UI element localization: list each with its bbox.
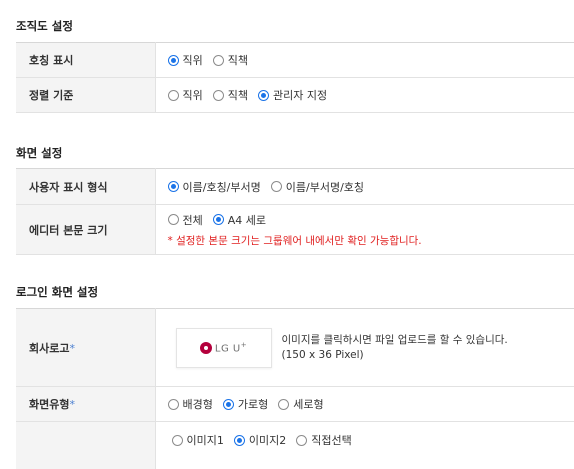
company-logo-row: 회사로고* LG U+ 이미지를 클릭하시면 파일 업로드를 할 수 있습니다.… xyxy=(16,308,574,387)
company-logo-cell: LG U+ 이미지를 클릭하시면 파일 업로드를 할 수 있습니다. (150 … xyxy=(155,308,574,387)
company-logo-label: 회사로고* xyxy=(16,308,156,387)
radio-unchecked-icon[interactable] xyxy=(212,54,224,66)
sort-criteria-radio-group: 직위 직책 관리자 지정 xyxy=(167,87,574,103)
screen-type-radio-group: 배경형 가로형 세로형 xyxy=(167,396,574,412)
screen-type-label-text: 화면유형 xyxy=(29,398,70,411)
title-display-options: 직위 직책 xyxy=(155,42,574,78)
user-display-radio-group: 이름/호칭/부서명 이름/부서명/호칭 xyxy=(167,179,574,195)
title-display-label: 호칭 표시 xyxy=(16,42,156,78)
radio-unchecked-icon[interactable] xyxy=(171,434,183,446)
logo-desc-line1: 이미지를 클릭하시면 파일 업로드를 할 수 있습니다. xyxy=(281,333,508,346)
editor-size-row: 에디터 본문 크기 전체 A4 세로 * 설정한 본문 크기는 그룹웨어 내에서만… xyxy=(16,204,574,255)
radio-unchecked-icon[interactable] xyxy=(278,398,290,410)
radio-checked-icon[interactable] xyxy=(233,434,245,446)
radio-option-label: 세로형 xyxy=(293,398,324,411)
radio-unchecked-icon[interactable] xyxy=(167,214,179,225)
screen-settings-table: 사용자 표시 형식 이름/호칭/부서명 이름/부서명/호칭 에디터 본문 크기 전… xyxy=(16,168,574,255)
image-select-label xyxy=(16,421,156,469)
radio-option-label: 직책 xyxy=(227,89,248,102)
radio-checked-icon[interactable] xyxy=(222,398,234,410)
screen-type-options: 배경형 가로형 세로형 xyxy=(155,386,574,422)
org-section-title: 조직도 설정 xyxy=(16,19,73,33)
image-select-radio-group: 이미지1 이미지2 직접선택 xyxy=(171,432,574,448)
radio-option[interactable]: 직책 xyxy=(212,52,248,68)
company-logo-wrap: LG U+ 이미지를 클릭하시면 파일 업로드를 할 수 있습니다. (150 … xyxy=(175,327,574,368)
editor-size-options: 전체 A4 세로 * 설정한 본문 크기는 그룹웨어 내에서만 확인 가능합니다. xyxy=(155,204,574,255)
user-display-row: 사용자 표시 형식 이름/호칭/부서명 이름/부서명/호칭 xyxy=(16,168,574,205)
screen-type-row: 화면유형* 배경형 가로형 세로형 xyxy=(16,386,574,422)
radio-option-label: 이미지1 xyxy=(186,434,224,447)
org-settings-table: 호칭 표시 직위 직책 정렬 기준 직위 직책 관리자 지정 xyxy=(16,42,574,113)
radio-option-label: 가로형 xyxy=(237,398,269,411)
radio-option[interactable]: 전체 xyxy=(167,212,203,228)
radio-option[interactable]: 직위 xyxy=(167,52,203,68)
title-display-radio-group: 직위 직책 xyxy=(167,52,574,68)
required-mark: * xyxy=(69,341,75,355)
radio-option-label: 직접선택 xyxy=(311,434,352,447)
radio-option[interactable]: 세로형 xyxy=(278,396,324,412)
editor-size-radio-group: 전체 A4 세로 xyxy=(167,212,574,228)
logo-desc-line2: (150 x 36 Pixel) xyxy=(281,348,364,361)
radio-checked-icon[interactable] xyxy=(167,54,179,66)
lg-logo-text: LG U+ xyxy=(215,341,247,354)
radio-option[interactable]: 이미지1 xyxy=(171,432,224,448)
login-section-title: 로그인 화면 설정 xyxy=(16,285,99,299)
radio-option-label: 배경형 xyxy=(182,398,213,411)
sort-criteria-options: 직위 직책 관리자 지정 xyxy=(155,77,574,113)
radio-checked-icon[interactable] xyxy=(167,181,179,192)
title-display-row: 호칭 표시 직위 직책 xyxy=(16,42,574,78)
radio-unchecked-icon[interactable] xyxy=(167,89,179,101)
radio-option-label: A4 세로 xyxy=(227,213,267,227)
radio-option-label: 이미지2 xyxy=(248,434,287,447)
required-mark: * xyxy=(69,398,75,411)
radio-option[interactable]: A4 세로 xyxy=(212,212,267,228)
radio-option[interactable]: 직접선택 xyxy=(296,432,352,448)
radio-option-label: 이름/호칭/부서명 xyxy=(182,180,261,194)
sort-criteria-row: 정렬 기준 직위 직책 관리자 지정 xyxy=(16,77,574,113)
radio-option[interactable]: 배경형 xyxy=(167,396,213,412)
image-select-row: 이미지1 이미지2 직접선택 xyxy=(16,421,574,469)
user-display-options: 이름/호칭/부서명 이름/부서명/호칭 xyxy=(155,168,574,205)
radio-option-label: 이름/부서명/호칭 xyxy=(285,180,365,194)
radio-option[interactable]: 관리자 지정 xyxy=(258,87,327,103)
radio-checked-icon[interactable] xyxy=(212,214,224,225)
sort-criteria-label: 정렬 기준 xyxy=(16,77,156,113)
login-settings-table: 회사로고* LG U+ 이미지를 클릭하시면 파일 업로드를 할 수 있습니다.… xyxy=(16,308,574,469)
radio-option[interactable]: 직위 xyxy=(167,87,203,103)
radio-option[interactable]: 가로형 xyxy=(222,396,269,412)
lg-logo-plus: + xyxy=(240,340,248,349)
company-logo-description: 이미지를 클릭하시면 파일 업로드를 할 수 있습니다. (150 x 36 P… xyxy=(282,333,508,363)
radio-option[interactable]: 이미지2 xyxy=(233,432,287,448)
editor-size-label: 에디터 본문 크기 xyxy=(16,204,156,255)
radio-option-label: 직책 xyxy=(227,54,248,67)
radio-option-label: 직위 xyxy=(182,89,203,102)
company-logo-label-text: 회사로고 xyxy=(29,341,70,355)
radio-unchecked-icon[interactable] xyxy=(167,398,179,410)
radio-option[interactable]: 직책 xyxy=(212,87,248,103)
radio-option-label: 직위 xyxy=(182,54,203,67)
radio-option[interactable]: 이름/호칭/부서명 xyxy=(167,179,261,195)
editor-size-warning: * 설정한 본문 크기는 그룹웨어 내에서만 확인 가능합니다. xyxy=(167,234,422,247)
image-select-options: 이미지1 이미지2 직접선택 xyxy=(155,421,574,469)
screen-section-title: 화면 설정 xyxy=(16,146,63,160)
radio-option-label: 전체 xyxy=(182,213,203,227)
radio-unchecked-icon[interactable] xyxy=(212,89,224,101)
lg-logo-wordmark: LG U xyxy=(214,343,241,355)
radio-unchecked-icon[interactable] xyxy=(270,181,282,192)
user-display-label: 사용자 표시 형식 xyxy=(16,168,156,205)
radio-option-label: 관리자 지정 xyxy=(273,89,328,102)
radio-unchecked-icon[interactable] xyxy=(296,434,308,446)
screen-type-label: 화면유형* xyxy=(16,386,156,422)
company-logo-upload[interactable]: LG U+ xyxy=(175,327,272,368)
radio-checked-icon[interactable] xyxy=(258,89,269,101)
radio-option[interactable]: 이름/부서명/호칭 xyxy=(270,179,365,195)
lg-logo-icon xyxy=(199,341,212,354)
